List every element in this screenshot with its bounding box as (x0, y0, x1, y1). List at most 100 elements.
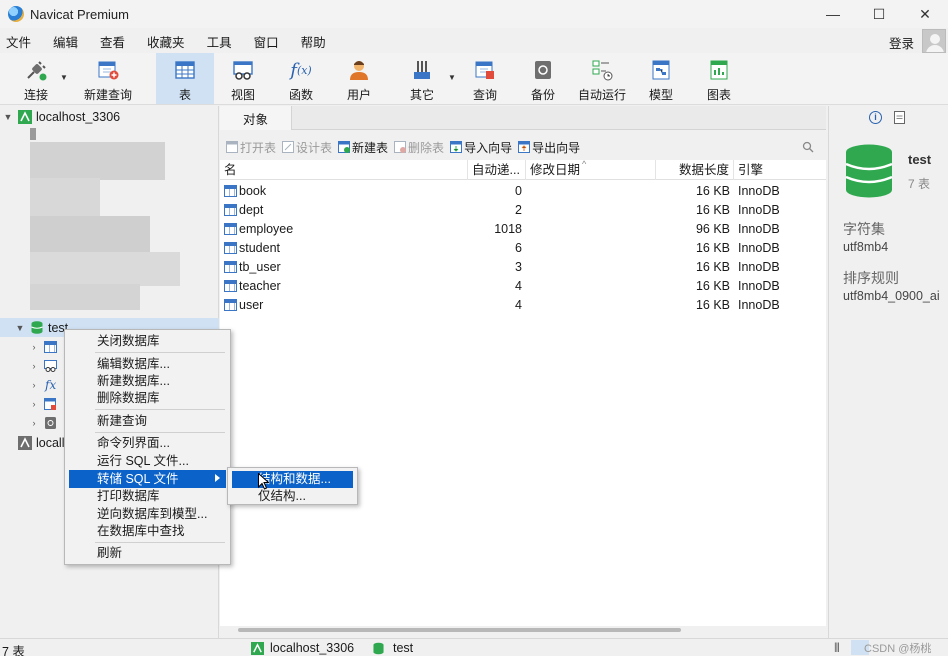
mouse-cursor-icon (258, 473, 269, 490)
chevron-right-icon[interactable]: › (28, 399, 40, 409)
maximize-button[interactable]: ☐ (856, 0, 902, 28)
table-icon (224, 261, 237, 273)
menu-new-query[interactable]: 新建查询 (65, 412, 230, 430)
charset-value: utf8mb4 (843, 240, 889, 254)
column-header-engine[interactable]: 引擎 (734, 160, 812, 180)
tree-connection-localhost[interactable]: ▼ localhost_3306 (0, 107, 219, 126)
table-row[interactable]: dept 2 16 KB InnoDB (220, 201, 826, 220)
window-title: Navicat Premium (30, 6, 129, 22)
table-icon (224, 299, 237, 311)
cell-modified (530, 296, 650, 315)
column-header-modified[interactable]: 修改日期 ^ (526, 159, 656, 180)
chevron-right-icon[interactable]: › (28, 342, 40, 352)
menu-window[interactable]: 窗口 (248, 32, 285, 51)
info-icon[interactable]: i (869, 111, 882, 124)
sort-asc-icon: ^ (582, 159, 587, 169)
menu-delete-database[interactable]: 删除数据库 (65, 389, 230, 407)
menu-reverse-to-model[interactable]: 逆向数据库到模型... (65, 505, 230, 523)
table-row[interactable]: user 4 16 KB InnoDB (220, 296, 826, 315)
menu-tools[interactable]: 工具 (201, 32, 238, 51)
table-button[interactable]: 表 (156, 53, 214, 104)
search-icon[interactable] (802, 141, 814, 153)
chevron-down-icon[interactable]: ▼ (2, 112, 14, 122)
cell-data-length: 16 KB (695, 184, 730, 198)
menu-structure-only[interactable]: 仅结构... (228, 488, 357, 505)
chevron-right-icon[interactable]: › (28, 380, 40, 390)
menu-find-in-database[interactable]: 在数据库中查找 (65, 522, 230, 540)
tab-objects[interactable]: 对象 (220, 106, 292, 130)
cell-data-length: 96 KB (695, 222, 730, 236)
horizontal-scrollbar[interactable] (238, 628, 681, 632)
user-button[interactable]: 用户 (330, 53, 388, 104)
minimize-button[interactable]: — (810, 0, 856, 28)
login-link[interactable]: 登录 (889, 33, 914, 52)
query-button[interactable]: 查询 (456, 53, 514, 104)
design-table-button[interactable]: 设计表 (282, 139, 332, 156)
menu-edit[interactable]: 编辑 (47, 32, 84, 51)
new-table-button[interactable]: 新建表 (338, 139, 388, 156)
query-icon (44, 397, 56, 410)
menu-favorites[interactable]: 收藏夹 (141, 32, 191, 51)
table-row[interactable]: book 0 16 KB InnoDB (220, 182, 826, 201)
menu-new-database[interactable]: 新建数据库... (65, 372, 230, 390)
open-table-button[interactable]: 打开表 (226, 139, 276, 156)
backup-icon (530, 57, 556, 83)
cell-engine: InnoDB (738, 203, 780, 217)
menu-file[interactable]: 文件 (0, 32, 37, 51)
close-button[interactable]: ✕ (902, 0, 948, 28)
user-avatar-icon[interactable] (922, 29, 946, 53)
column-header-data-length[interactable]: 数据长度 (656, 160, 734, 180)
chart-icon (706, 57, 732, 83)
connect-button[interactable]: 连接 ▼ (0, 53, 68, 104)
model-icon (648, 57, 674, 83)
column-header-auto-increment[interactable]: 自动递... (468, 160, 526, 180)
chart-button[interactable]: 图表 (690, 53, 748, 104)
new-query-button[interactable]: 新建查询 (66, 53, 150, 104)
table-row[interactable]: student 6 16 KB InnoDB (220, 239, 826, 258)
menu-command-line[interactable]: 命令列界面... (65, 434, 230, 452)
collation-label: 排序规则 (843, 270, 899, 286)
table-row[interactable]: tb_user 3 16 KB InnoDB (220, 258, 826, 277)
ddl-icon[interactable] (893, 111, 906, 124)
menu-print-database[interactable]: 打印数据库 (65, 487, 230, 505)
cell-auto-increment: 3 (515, 260, 522, 274)
connection-icon (18, 435, 32, 450)
chevron-down-icon[interactable]: ▼ (14, 323, 26, 333)
other-dropdown-icon[interactable]: ▼ (448, 73, 456, 82)
menu-dump-sql-file[interactable]: 转储 SQL 文件 (69, 470, 226, 488)
menu-run-sql-file[interactable]: 运行 SQL 文件... (65, 452, 230, 470)
chevron-right-icon[interactable]: › (28, 418, 40, 428)
import-wizard-button[interactable]: 导入向导 (450, 139, 512, 156)
delete-table-icon (394, 141, 407, 153)
view-button[interactable]: 视图 (214, 53, 272, 104)
cell-auto-increment: 1018 (494, 222, 522, 236)
function-button[interactable]: f (x) 函数 (272, 53, 330, 104)
cell-auto-increment: 2 (515, 203, 522, 217)
delete-table-button[interactable]: 删除表 (394, 139, 444, 156)
menu-view[interactable]: 查看 (94, 32, 131, 51)
column-header-name[interactable]: 名 (220, 160, 468, 180)
menu-help[interactable]: 帮助 (295, 32, 332, 51)
cell-engine: InnoDB (738, 260, 780, 274)
backup-button[interactable]: 备份 (514, 53, 572, 104)
list-view-icon[interactable]: ||| (834, 642, 840, 653)
database-context-menu: 关闭数据库 编辑数据库... 新建数据库... 删除数据库 新建查询 命令列界面… (64, 329, 231, 565)
chevron-right-icon[interactable]: › (28, 361, 40, 371)
grid-header: 名 自动递... 修改日期 ^ 数据长度 引擎 (220, 159, 826, 180)
table-row[interactable]: employee 1018 96 KB InnoDB (220, 220, 826, 239)
table-row[interactable]: teacher 4 16 KB InnoDB (220, 277, 826, 296)
menu-structure-and-data[interactable]: 结构和数据... (232, 471, 353, 488)
menu-edit-database[interactable]: 编辑数据库... (65, 355, 230, 373)
status-connection: localhost_3306 (270, 641, 355, 655)
menu-close-database[interactable]: 关闭数据库 (65, 332, 230, 350)
mysql-connection-icon (18, 109, 32, 124)
table-icon (224, 185, 237, 197)
cell-data-length: 16 KB (695, 241, 730, 255)
auto-run-button[interactable]: 自动运行 (572, 53, 632, 104)
table-icon (224, 204, 237, 216)
cell-auto-increment: 4 (515, 298, 522, 312)
menu-refresh[interactable]: 刷新 (65, 544, 230, 562)
export-wizard-button[interactable]: 导出向导 (518, 139, 580, 156)
model-button[interactable]: 模型 (632, 53, 690, 104)
other-button[interactable]: 其它 ▼ (388, 53, 456, 104)
